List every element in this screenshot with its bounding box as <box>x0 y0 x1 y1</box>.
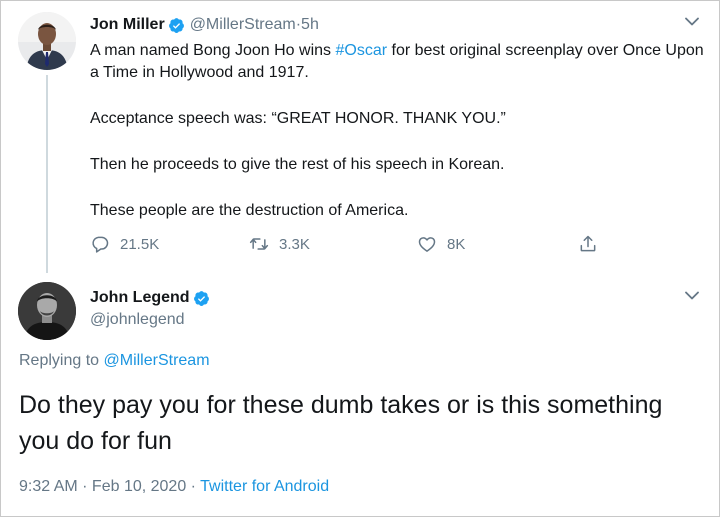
share-icon <box>580 235 596 252</box>
chevron-down-icon[interactable] <box>685 17 699 26</box>
heart-icon <box>418 237 436 252</box>
hashtag-link[interactable]: #Oscar <box>335 42 387 59</box>
replying-to-mention[interactable]: @MillerStream <box>104 352 210 369</box>
tweet1-paragraph-2: Acceptance speech was: “GREAT HONOR. THA… <box>90 110 506 127</box>
tweet2-author-name[interactable]: John Legend <box>90 289 190 307</box>
tweet2-handle[interactable]: @johnlegend <box>90 311 185 329</box>
avatar-john-legend[interactable] <box>18 282 76 340</box>
retweet-button[interactable]: 3.3K <box>249 233 310 255</box>
verified-badge-icon <box>193 290 209 306</box>
reply-button[interactable]: 21.5K <box>90 233 159 255</box>
tweet2-date[interactable]: Feb 10, 2020 <box>92 478 186 495</box>
retweet-count: 3.3K <box>279 235 310 253</box>
replying-to-line: Replying to @MillerStream <box>19 352 210 369</box>
tweet1-header: Jon Miller @MillerStream · 5h <box>90 14 319 36</box>
verified-badge-icon <box>168 17 184 33</box>
reply-icon <box>92 236 109 253</box>
thread-connector-line <box>46 75 48 273</box>
tweet1-action-bar: 21.5K 3.3K 8K <box>90 233 610 255</box>
tweet1-timestamp[interactable]: 5h <box>301 16 319 34</box>
tweet1-paragraph-1: A man named Bong Joon Ho wins #Oscar for… <box>90 42 704 81</box>
like-button[interactable]: 8K <box>417 233 465 255</box>
tweet1-author-name[interactable]: Jon Miller <box>90 16 165 34</box>
chevron-down-icon[interactable] <box>685 291 699 300</box>
avatar-jon-miller[interactable] <box>18 12 76 70</box>
tweet2-header: John Legend <box>90 287 215 309</box>
tweet2-body: Do they pay you for these dumb takes or … <box>19 391 663 455</box>
reply-count: 21.5K <box>120 235 160 253</box>
tweet2-meta: 9:32 AM · Feb 10, 2020 · Twitter for And… <box>19 478 330 495</box>
like-count: 8K <box>447 235 466 253</box>
tweet2-source-link[interactable]: Twitter for Android <box>200 478 329 495</box>
tweet2-time[interactable]: 9:32 AM <box>19 478 78 495</box>
retweet-icon <box>249 238 269 250</box>
tweet-thread: Jon Miller @MillerStream · 5h A man name… <box>0 0 720 517</box>
tweet1-paragraph-4: These people are the destruction of Amer… <box>90 202 409 219</box>
tweet1-paragraph-3: Then he proceeds to give the rest of his… <box>90 156 505 173</box>
share-button[interactable] <box>578 233 598 255</box>
tweet1-handle[interactable]: @MillerStream <box>190 16 296 34</box>
tweet1-body: A man named Bong Joon Ho wins #Oscar for… <box>90 40 710 222</box>
